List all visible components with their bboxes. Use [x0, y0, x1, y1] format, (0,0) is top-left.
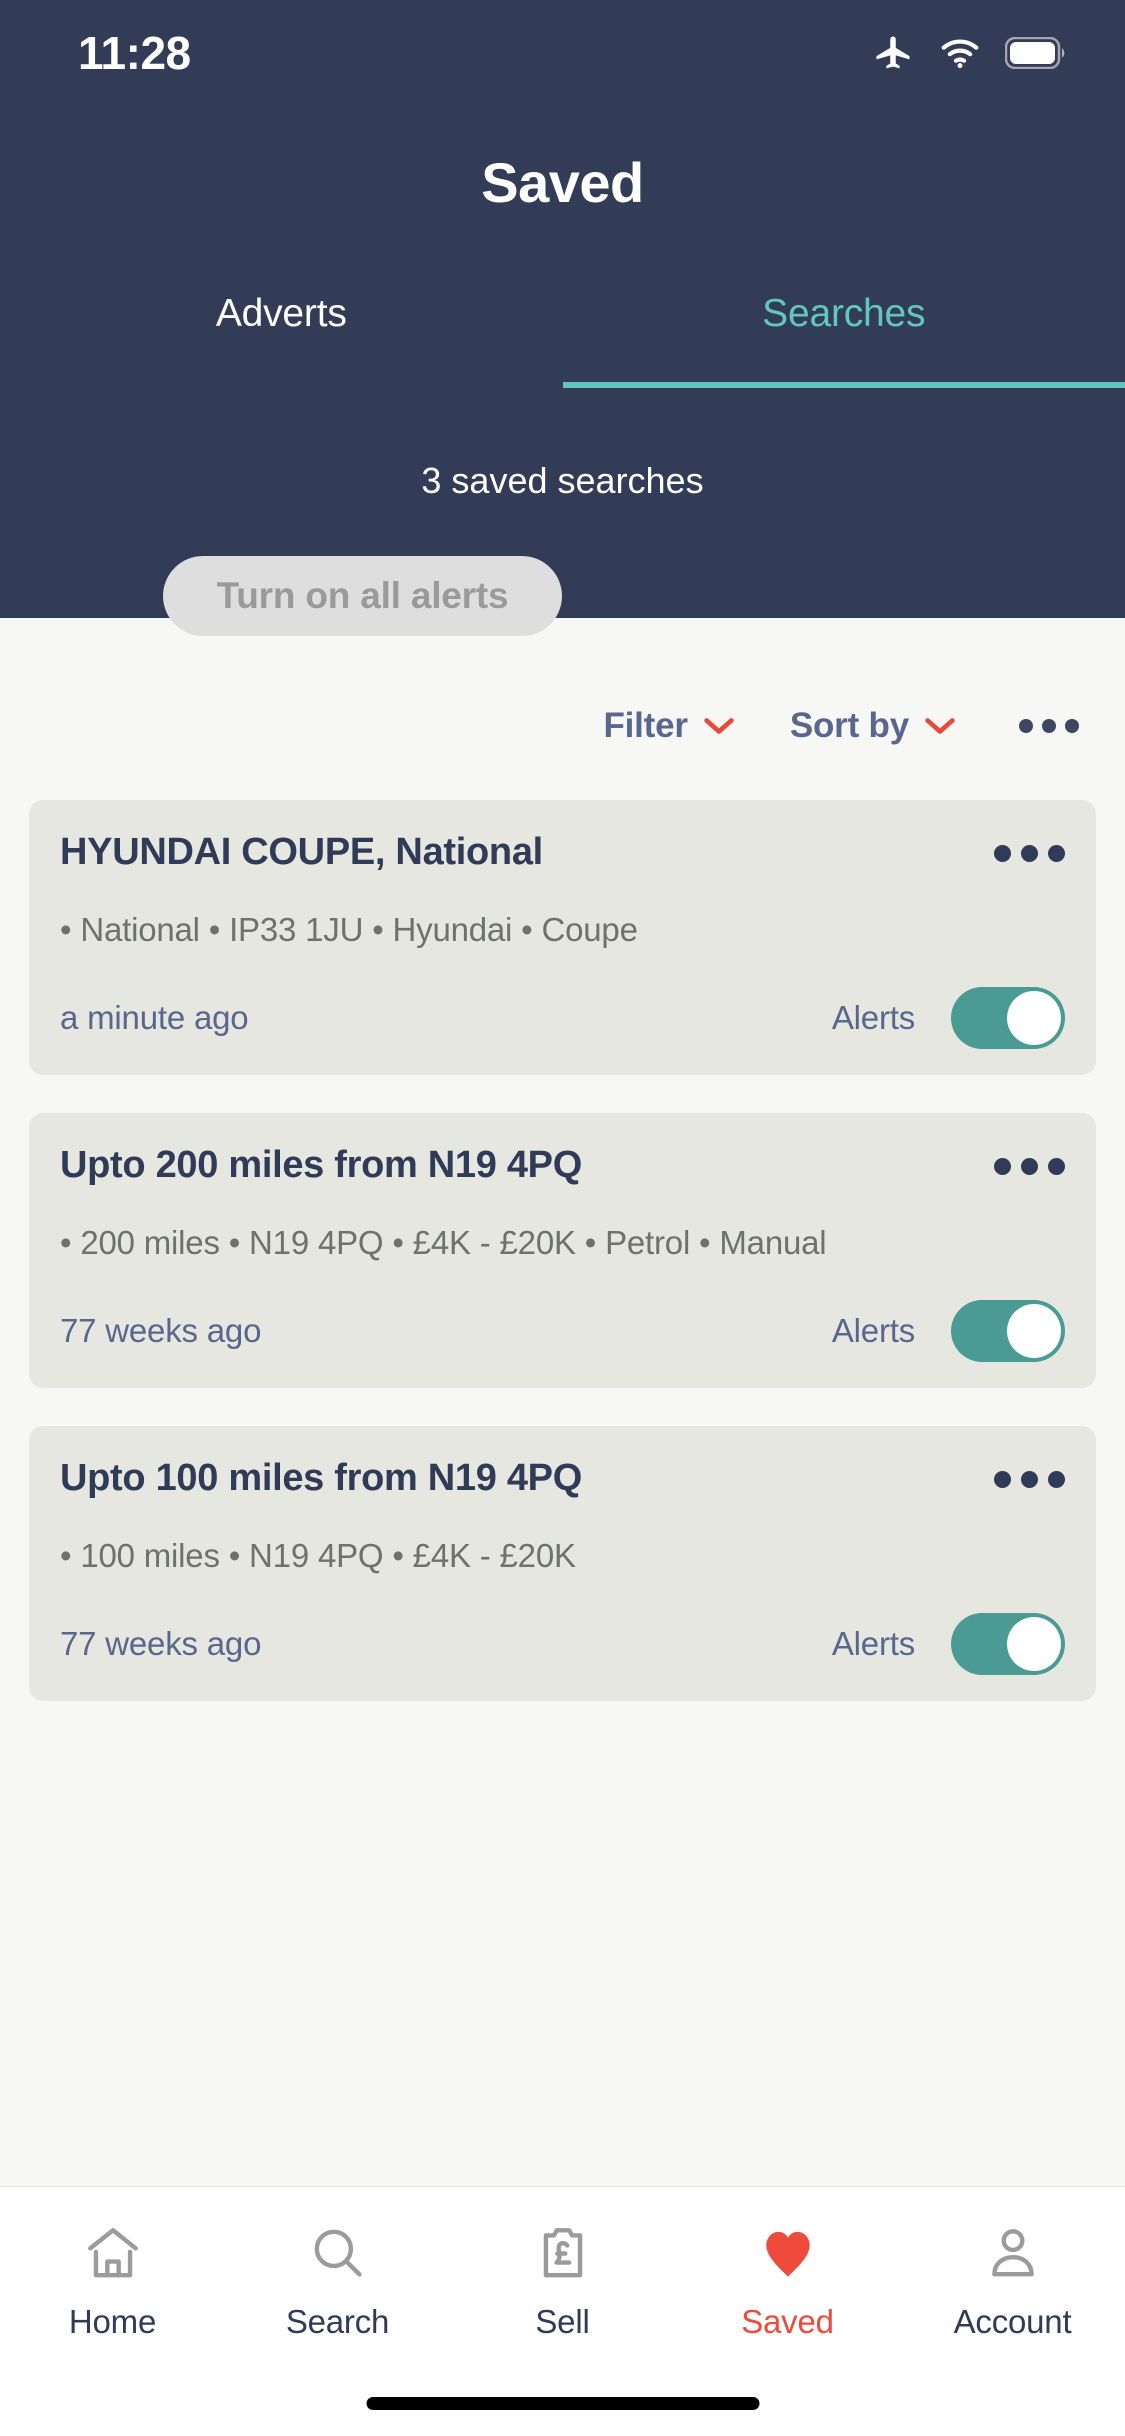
- alerts-label: Alerts: [831, 1311, 915, 1349]
- status-bar-icons: [871, 30, 1067, 76]
- heart-icon: [757, 2217, 819, 2289]
- toggle-knob: [1007, 1303, 1061, 1358]
- card-footer: a minute ago Alerts: [60, 986, 1065, 1049]
- alerts-label: Alerts: [831, 1624, 915, 1662]
- dot: [1021, 1470, 1038, 1488]
- dot: [994, 1470, 1011, 1488]
- alerts-toggle[interactable]: [951, 1299, 1065, 1362]
- dot: [1021, 1157, 1038, 1175]
- filter-label: Filter: [603, 706, 688, 745]
- dot: [1019, 719, 1033, 733]
- card-more-options-icon[interactable]: [994, 833, 1065, 862]
- alerts-control: Alerts: [831, 1612, 1065, 1675]
- nav-item-account[interactable]: Account: [900, 2217, 1125, 2341]
- nav-item-saved-label: Saved: [741, 2303, 834, 2340]
- dot: [1042, 719, 1056, 733]
- nav-item-home[interactable]: Home: [0, 2217, 225, 2341]
- saved-search-timestamp: 77 weeks ago: [60, 1311, 262, 1349]
- saved-search-title: Upto 200 miles from N19 4PQ: [60, 1143, 582, 1186]
- bottom-nav-items: Home Search Sell Saved Account: [0, 2187, 1125, 2341]
- saved-search-criteria: • 100 miles • N19 4PQ • £4K - £20K: [60, 1536, 576, 1574]
- status-bar: 11:28: [0, 0, 1125, 110]
- dot: [994, 1157, 1011, 1175]
- dot: [1021, 845, 1038, 862]
- battery-icon: [1005, 37, 1067, 69]
- person-icon: [982, 2217, 1044, 2289]
- nav-item-saved[interactable]: Saved: [675, 2217, 900, 2341]
- alerts-control: Alerts: [831, 1299, 1065, 1362]
- card-more-options-icon[interactable]: [994, 1146, 1065, 1175]
- tab-bar: Adverts Searches: [0, 280, 1125, 388]
- alerts-toggle[interactable]: [951, 986, 1065, 1049]
- nav-item-sell-label: Sell: [535, 2303, 590, 2340]
- tab-active-underline: [562, 382, 1125, 388]
- saved-search-card[interactable]: HYUNDAI COUPE, National • National • IP3…: [29, 800, 1096, 1075]
- chevron-down-icon: [923, 706, 957, 746]
- saved-search-card[interactable]: Upto 200 miles from N19 4PQ • 200 miles …: [29, 1112, 1096, 1388]
- sort-by-label: Sort by: [789, 706, 909, 745]
- card-header: Upto 200 miles from N19 4PQ: [60, 1143, 1065, 1186]
- header: 11:28 Saved Adverts Searches 3 saved sea…: [0, 0, 1125, 618]
- chevron-down-icon: [702, 706, 736, 746]
- search-icon: [307, 2217, 369, 2289]
- toggle-knob: [1007, 1616, 1061, 1671]
- card-footer: 77 weeks ago Alerts: [60, 1299, 1065, 1362]
- nav-item-home-label: Home: [68, 2303, 157, 2340]
- dot: [1048, 1157, 1065, 1175]
- saved-search-criteria: • 200 miles • N19 4PQ • £4K - £20K • Pet…: [60, 1223, 827, 1261]
- wifi-icon: [937, 30, 983, 76]
- home-indicator[interactable]: [366, 2397, 759, 2410]
- alerts-toggle[interactable]: [951, 1612, 1065, 1675]
- bottom-navigation: Home Search Sell Saved Account: [0, 2186, 1125, 2436]
- card-header: Upto 100 miles from N19 4PQ: [60, 1456, 1065, 1499]
- saved-search-card[interactable]: Upto 100 miles from N19 4PQ • 100 miles …: [29, 1425, 1096, 1701]
- page-title: Saved: [481, 151, 644, 214]
- dot: [994, 845, 1011, 862]
- more-options-icon[interactable]: [1019, 719, 1079, 733]
- card-header: HYUNDAI COUPE, National: [60, 831, 1065, 873]
- saved-search-timestamp: 77 weeks ago: [60, 1624, 262, 1662]
- toggle-knob: [1007, 990, 1061, 1045]
- sell-clipboard-pound-icon: [532, 2217, 594, 2289]
- saved-search-criteria: • National • IP33 1JU • Hyundai • Coupe: [60, 910, 638, 948]
- dot: [1048, 845, 1065, 862]
- saved-search-title: Upto 100 miles from N19 4PQ: [60, 1456, 582, 1499]
- nav-item-search[interactable]: Search: [225, 2217, 450, 2341]
- nav-item-sell[interactable]: Sell: [450, 2217, 675, 2341]
- card-more-options-icon[interactable]: [994, 1459, 1065, 1488]
- tab-adverts-label: Adverts: [215, 292, 347, 335]
- alerts-label: Alerts: [831, 998, 915, 1036]
- home-icon: [82, 2217, 144, 2289]
- alerts-control: Alerts: [831, 986, 1065, 1049]
- saved-search-title: HYUNDAI COUPE, National: [60, 831, 543, 873]
- tab-adverts[interactable]: Adverts: [0, 280, 563, 388]
- saved-searches-list: HYUNDAI COUPE, National • National • IP3…: [0, 800, 1125, 1739]
- saved-search-timestamp: a minute ago: [60, 998, 249, 1036]
- tab-searches[interactable]: Searches: [562, 280, 1125, 388]
- airplane-mode-icon: [871, 31, 915, 75]
- dot: [1048, 1470, 1065, 1488]
- card-footer: 77 weeks ago Alerts: [60, 1612, 1065, 1675]
- turn-on-all-alerts-button[interactable]: Turn on all alerts: [163, 556, 562, 636]
- tab-searches-label: Searches: [762, 292, 926, 335]
- filter-button[interactable]: Filter: [603, 706, 735, 746]
- status-bar-time: 11:28: [78, 27, 191, 79]
- dot: [1065, 719, 1079, 733]
- nav-item-account-label: Account: [953, 2303, 1072, 2340]
- list-controls: Filter Sort by: [0, 695, 1125, 757]
- sort-by-button[interactable]: Sort by: [790, 706, 957, 746]
- nav-item-search-label: Search: [285, 2303, 390, 2340]
- saved-searches-count: 3 saved searches: [421, 460, 704, 501]
